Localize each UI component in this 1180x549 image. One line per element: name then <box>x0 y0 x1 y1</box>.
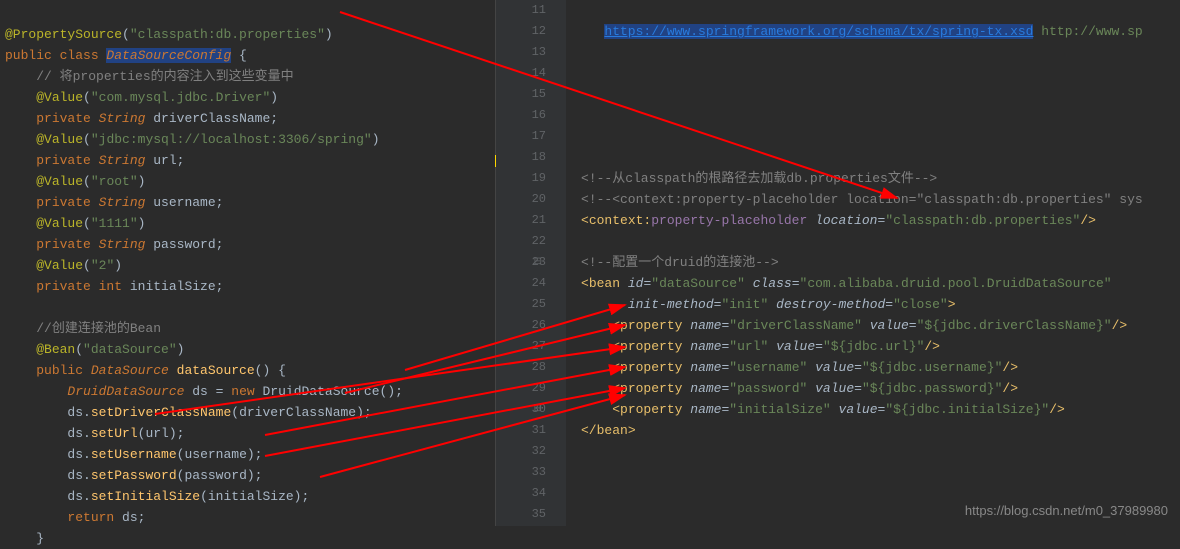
comment: // 将properties的内容注入到这些变量中 <box>36 69 293 84</box>
line-number[interactable]: 19 <box>496 168 546 189</box>
line-number[interactable]: 34 <box>496 483 546 504</box>
line-number[interactable]: 31 <box>496 420 546 441</box>
line-number[interactable]: 25 <box>496 294 546 315</box>
annotation: @PropertySource <box>5 27 122 42</box>
line-number[interactable]: 23⊟ <box>496 252 546 273</box>
watermark: https://blog.csdn.net/m0_37989980 <box>965 503 1168 518</box>
line-number[interactable]: 27 <box>496 336 546 357</box>
xml-comment: <!--配置一个druid的连接池--> <box>581 255 779 270</box>
line-number-gutter[interactable]: 11 12 13 14 15 16 17 18 19 20 21 22 23⊟ … <box>496 0 566 526</box>
line-number[interactable]: 29 <box>496 378 546 399</box>
line-number[interactable]: 15 <box>496 84 546 105</box>
line-number[interactable]: 35 <box>496 504 546 525</box>
java-code[interactable]: @PropertySource("classpath:db.properties… <box>5 3 495 549</box>
class-name-highlight: DataSourceConfig <box>106 48 231 63</box>
xml-code[interactable]: https://www.springframework.org/schema/t… <box>566 0 1180 526</box>
line-number[interactable]: 11 <box>496 0 546 21</box>
fold-icon[interactable]: ⊟ <box>534 252 542 273</box>
line-number[interactable]: 28 <box>496 357 546 378</box>
fold-icon[interactable]: ⊟ <box>534 399 542 420</box>
line-number[interactable]: 20 <box>496 189 546 210</box>
xml-code-pane[interactable]: 11 12 13 14 15 16 17 18 19 20 21 22 23⊟ … <box>495 0 1180 526</box>
line-number[interactable]: 12 <box>496 21 546 42</box>
line-number[interactable]: 13 <box>496 42 546 63</box>
line-number[interactable]: 18 <box>496 147 546 168</box>
java-code-pane[interactable]: @PropertySource("classpath:db.properties… <box>0 0 495 526</box>
line-number[interactable]: 22 <box>496 231 546 252</box>
line-number[interactable]: 16 <box>496 105 546 126</box>
line-number[interactable]: 30⊟ <box>496 399 546 420</box>
line-number[interactable]: 24 <box>496 273 546 294</box>
schema-url[interactable]: https://www.springframework.org/schema/t… <box>604 24 1033 39</box>
line-number[interactable]: 21 <box>496 210 546 231</box>
line-number[interactable]: 17 <box>496 126 546 147</box>
xml-comment: <!--从classpath的根路径去加载db.properties文件--> <box>581 171 937 186</box>
line-number[interactable]: 33 <box>496 462 546 483</box>
line-number[interactable]: 32 <box>496 441 546 462</box>
line-number[interactable]: 14 <box>496 63 546 84</box>
xml-comment: <!--<context:property-placeholder locati… <box>581 192 1143 207</box>
line-number[interactable]: 26 <box>496 315 546 336</box>
